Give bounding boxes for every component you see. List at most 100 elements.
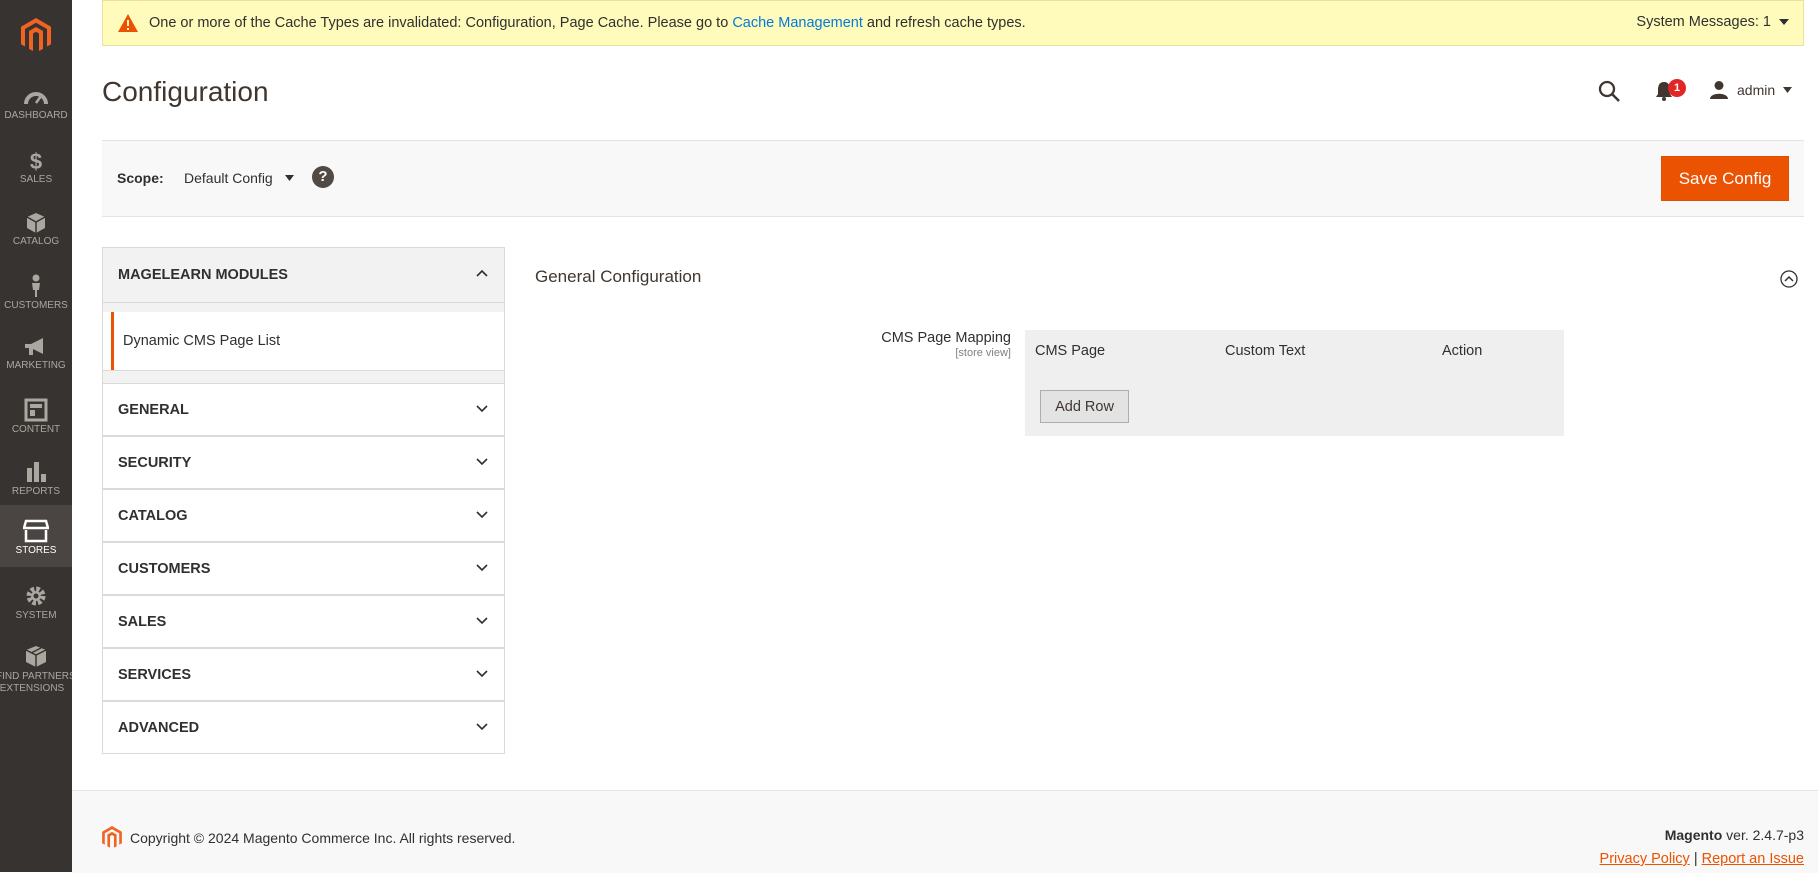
chevron-down-icon <box>476 723 488 731</box>
person-icon <box>32 274 40 297</box>
tab-group-magelearn: MAGELEARN MODULES Dynamic CMS Page List <box>102 247 505 371</box>
save-config-button[interactable]: Save Config <box>1661 156 1789 201</box>
collapse-section-icon[interactable] <box>1779 269 1799 289</box>
system-message-bar: One or more of the Cache Types are inval… <box>102 0 1804 46</box>
tab-group-title[interactable]: CUSTOMERS <box>103 543 504 596</box>
sidebar-item-label-2: EXTENSIONS <box>0 683 65 694</box>
tab-group-label: MAGELEARN MODULES <box>118 267 288 283</box>
scope-switcher[interactable]: Default Config <box>184 170 294 186</box>
chevron-down-icon <box>1779 19 1789 25</box>
field-label: CMS Page Mapping <box>881 330 1011 346</box>
cache-management-link[interactable]: Cache Management <box>732 15 863 31</box>
dollar-icon: $ <box>30 150 42 172</box>
tab-group-security[interactable]: SECURITY <box>102 436 505 489</box>
tab-group-services[interactable]: SERVICES <box>102 648 505 701</box>
tab-group-title[interactable]: GENERAL <box>103 384 504 437</box>
tab-group-title[interactable]: SECURITY <box>103 437 504 490</box>
sidebar-item-partners[interactable]: FIND PARTNERS & EXTENSIONS <box>0 633 72 695</box>
user-menu[interactable]: admin <box>1709 80 1793 100</box>
megaphone-icon <box>25 338 43 355</box>
sidebar-item-system[interactable]: SYSTEM <box>0 572 72 634</box>
chevron-down-icon <box>476 405 488 413</box>
gear-icon <box>26 586 46 606</box>
sidebar-item-label: REPORTS <box>11 486 61 497</box>
tab-gap <box>102 371 505 383</box>
tab-group-title[interactable]: SALES <box>103 596 504 649</box>
system-messages-count: System Messages: 1 <box>1636 14 1771 30</box>
tab-group-label: CATALOG <box>118 508 188 524</box>
footer-links: Privacy Policy | Report an Issue <box>1600 851 1804 867</box>
version-info: Magento ver. 2.4.7-p3 <box>1665 827 1804 843</box>
sidebar-item-marketing[interactable]: MARKETING <box>0 324 72 386</box>
system-messages-toggle[interactable]: System Messages: 1 <box>1636 14 1789 30</box>
search-icon[interactable] <box>1598 80 1620 102</box>
config-tabs: MAGELEARN MODULES Dynamic CMS Page List … <box>102 247 505 754</box>
tab-group-label: CUSTOMERS <box>118 561 211 577</box>
sidebar-item-sales[interactable]: $ SALES <box>0 138 72 200</box>
chevron-down-icon <box>476 617 488 625</box>
scope-bar: Scope: Default Config ? Save Config <box>102 140 1804 217</box>
tab-group-title[interactable]: SERVICES <box>103 649 504 702</box>
chevron-up-icon <box>476 269 488 277</box>
magento-logo-small <box>102 826 122 848</box>
sidebar-item-label: MARKETING <box>6 360 66 371</box>
user-name: admin <box>1737 82 1776 98</box>
magento-logo[interactable] <box>0 0 72 70</box>
sidebar-item-dashboard[interactable]: DASHBOARD <box>0 76 72 138</box>
sidebar-item-reports[interactable]: REPORTS <box>0 448 72 510</box>
tab-item-dynamic-cms[interactable]: Dynamic CMS Page List <box>103 312 504 370</box>
copyright-text: Copyright © 2024 Magento Commerce Inc. A… <box>130 829 516 846</box>
tab-group-general[interactable]: GENERAL <box>102 383 505 436</box>
tab-group-title[interactable]: MAGELEARN MODULES <box>103 248 504 303</box>
tab-group-label: GENERAL <box>118 402 189 418</box>
box-icon <box>26 213 46 233</box>
chevron-down-icon <box>284 175 294 181</box>
section-title[interactable]: General Configuration <box>535 267 701 287</box>
sidebar-item-stores[interactable]: STORES <box>0 505 72 567</box>
tab-group-label: SECURITY <box>118 455 192 471</box>
sidebar-item-label: DASHBOARD <box>4 110 68 121</box>
sidebar-item-label: SYSTEM <box>15 610 57 621</box>
sidebar-item-label: CONTENT <box>11 424 61 435</box>
chevron-down-icon <box>476 511 488 519</box>
sidebar-item-label: FIND PARTNERS & <box>0 671 72 682</box>
admin-sidebar: DASHBOARD $ SALES CATALOG CUSTOMERS MARK… <box>0 0 72 872</box>
tab-group-advanced[interactable]: ADVANCED <box>102 701 505 754</box>
sidebar-item-label: STORES <box>15 545 57 556</box>
sidebar-item-catalog[interactable]: CATALOG <box>0 200 72 262</box>
system-message-text-before: One or more of the Cache Types are inval… <box>149 15 733 31</box>
sidebar-item-customers[interactable]: CUSTOMERS <box>0 262 72 324</box>
page-title: Configuration <box>102 76 269 107</box>
dashboard-icon <box>24 92 48 105</box>
chevron-down-icon <box>476 670 488 678</box>
tab-group-label: SALES <box>118 614 167 630</box>
tab-group-customers[interactable]: CUSTOMERS <box>102 542 505 595</box>
chevron-down-icon <box>476 564 488 572</box>
closed-tab-groups: GENERAL SECURITY CATALOG CUSTOMERS SALES SERV… <box>102 383 505 754</box>
tab-group-title[interactable]: CATALOG <box>103 490 504 543</box>
version-number: ver. 2.4.7-p3 <box>1722 827 1804 843</box>
system-message-text: One or more of the Cache Types are inval… <box>149 15 1026 31</box>
column-header-cms-page: CMS Page <box>1035 343 1106 359</box>
warning-icon <box>118 14 138 32</box>
column-header-custom-text: Custom Text <box>1225 343 1306 359</box>
copyright: Copyright © 2024 Magento Commerce Inc. A… <box>102 826 515 849</box>
notification-badge[interactable]: 1 <box>1668 79 1686 97</box>
sidebar-item-content[interactable]: CONTENT <box>0 386 72 448</box>
tab-group-catalog[interactable]: CATALOG <box>102 489 505 542</box>
add-row-button[interactable]: Add Row <box>1040 390 1129 423</box>
tab-group-title[interactable]: ADVANCED <box>103 702 504 755</box>
link-separator: | <box>1689 851 1702 867</box>
brand-name: Magento <box>1664 827 1723 843</box>
tab-group-sales[interactable]: SALES <box>102 595 505 648</box>
system-message-text-after: and refresh cache types. <box>862 15 1026 31</box>
report-issue-link[interactable]: Report an Issue <box>1702 851 1804 867</box>
chevron-down-icon <box>476 458 488 466</box>
sidebar-item-label: CUSTOMERS <box>4 300 68 311</box>
cms-page-mapping-grid: CMS Page Custom Text Action Add Row <box>1025 330 1564 436</box>
scope-value: Default Config <box>184 170 273 186</box>
tab-item-label: Dynamic CMS Page List <box>123 333 281 349</box>
privacy-policy-link[interactable]: Privacy Policy <box>1600 851 1690 867</box>
sidebar-item-label: SALES <box>19 174 53 185</box>
help-icon[interactable]: ? <box>312 166 334 188</box>
